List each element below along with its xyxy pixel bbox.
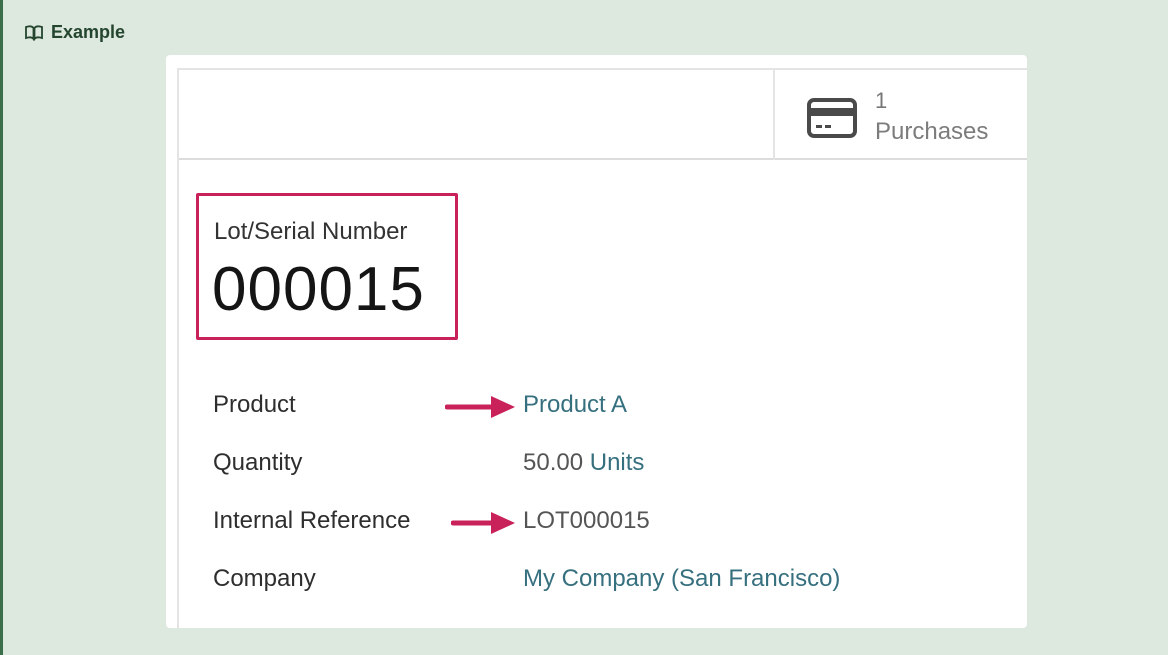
company-label: Company xyxy=(213,565,316,592)
lot-number-value[interactable]: 000015 xyxy=(212,254,425,325)
field-row-company: Company My Company (San Francisco) xyxy=(179,565,1027,605)
quantity-amount: 50.00 xyxy=(523,449,584,476)
company-value[interactable]: My Company (San Francisco) xyxy=(523,565,840,593)
product-value[interactable]: Product A xyxy=(523,391,627,419)
example-admonition: Example 1 Purchases Lot/Serial Number 00… xyxy=(0,0,1168,655)
book-icon xyxy=(25,24,43,41)
admonition-title: Example xyxy=(25,22,125,43)
internal-reference-value[interactable]: LOT000015 xyxy=(523,507,650,535)
lot-number-highlight: Lot/Serial Number 000015 xyxy=(196,193,458,340)
lot-form-screenshot: 1 Purchases Lot/Serial Number 000015 Pro… xyxy=(166,55,1027,628)
field-row-quantity: Quantity 50.00 Units xyxy=(179,449,1027,489)
internal-reference-label: Internal Reference xyxy=(213,507,411,534)
admonition-title-text: Example xyxy=(51,22,126,42)
field-row-product: Product Product A xyxy=(179,391,1027,431)
arrow-right-icon xyxy=(444,395,517,424)
lot-form: 1 Purchases Lot/Serial Number 000015 Pro… xyxy=(177,68,1027,628)
form-button-box: 1 Purchases xyxy=(179,68,1027,160)
lot-number-label: Lot/Serial Number xyxy=(214,218,408,245)
product-label: Product xyxy=(213,391,296,418)
purchases-label: Purchases xyxy=(875,118,989,145)
purchases-count: 1 xyxy=(875,88,888,113)
quantity-label: Quantity xyxy=(213,449,303,476)
field-row-internal-reference: Internal Reference LOT000015 xyxy=(179,507,1027,547)
quantity-unit[interactable]: Units xyxy=(590,449,645,476)
credit-card-icon xyxy=(807,97,859,144)
purchases-smart-button[interactable]: 1 Purchases xyxy=(773,70,1027,160)
arrow-right-icon xyxy=(450,511,517,540)
quantity-value: 50.00 Units xyxy=(523,449,644,477)
